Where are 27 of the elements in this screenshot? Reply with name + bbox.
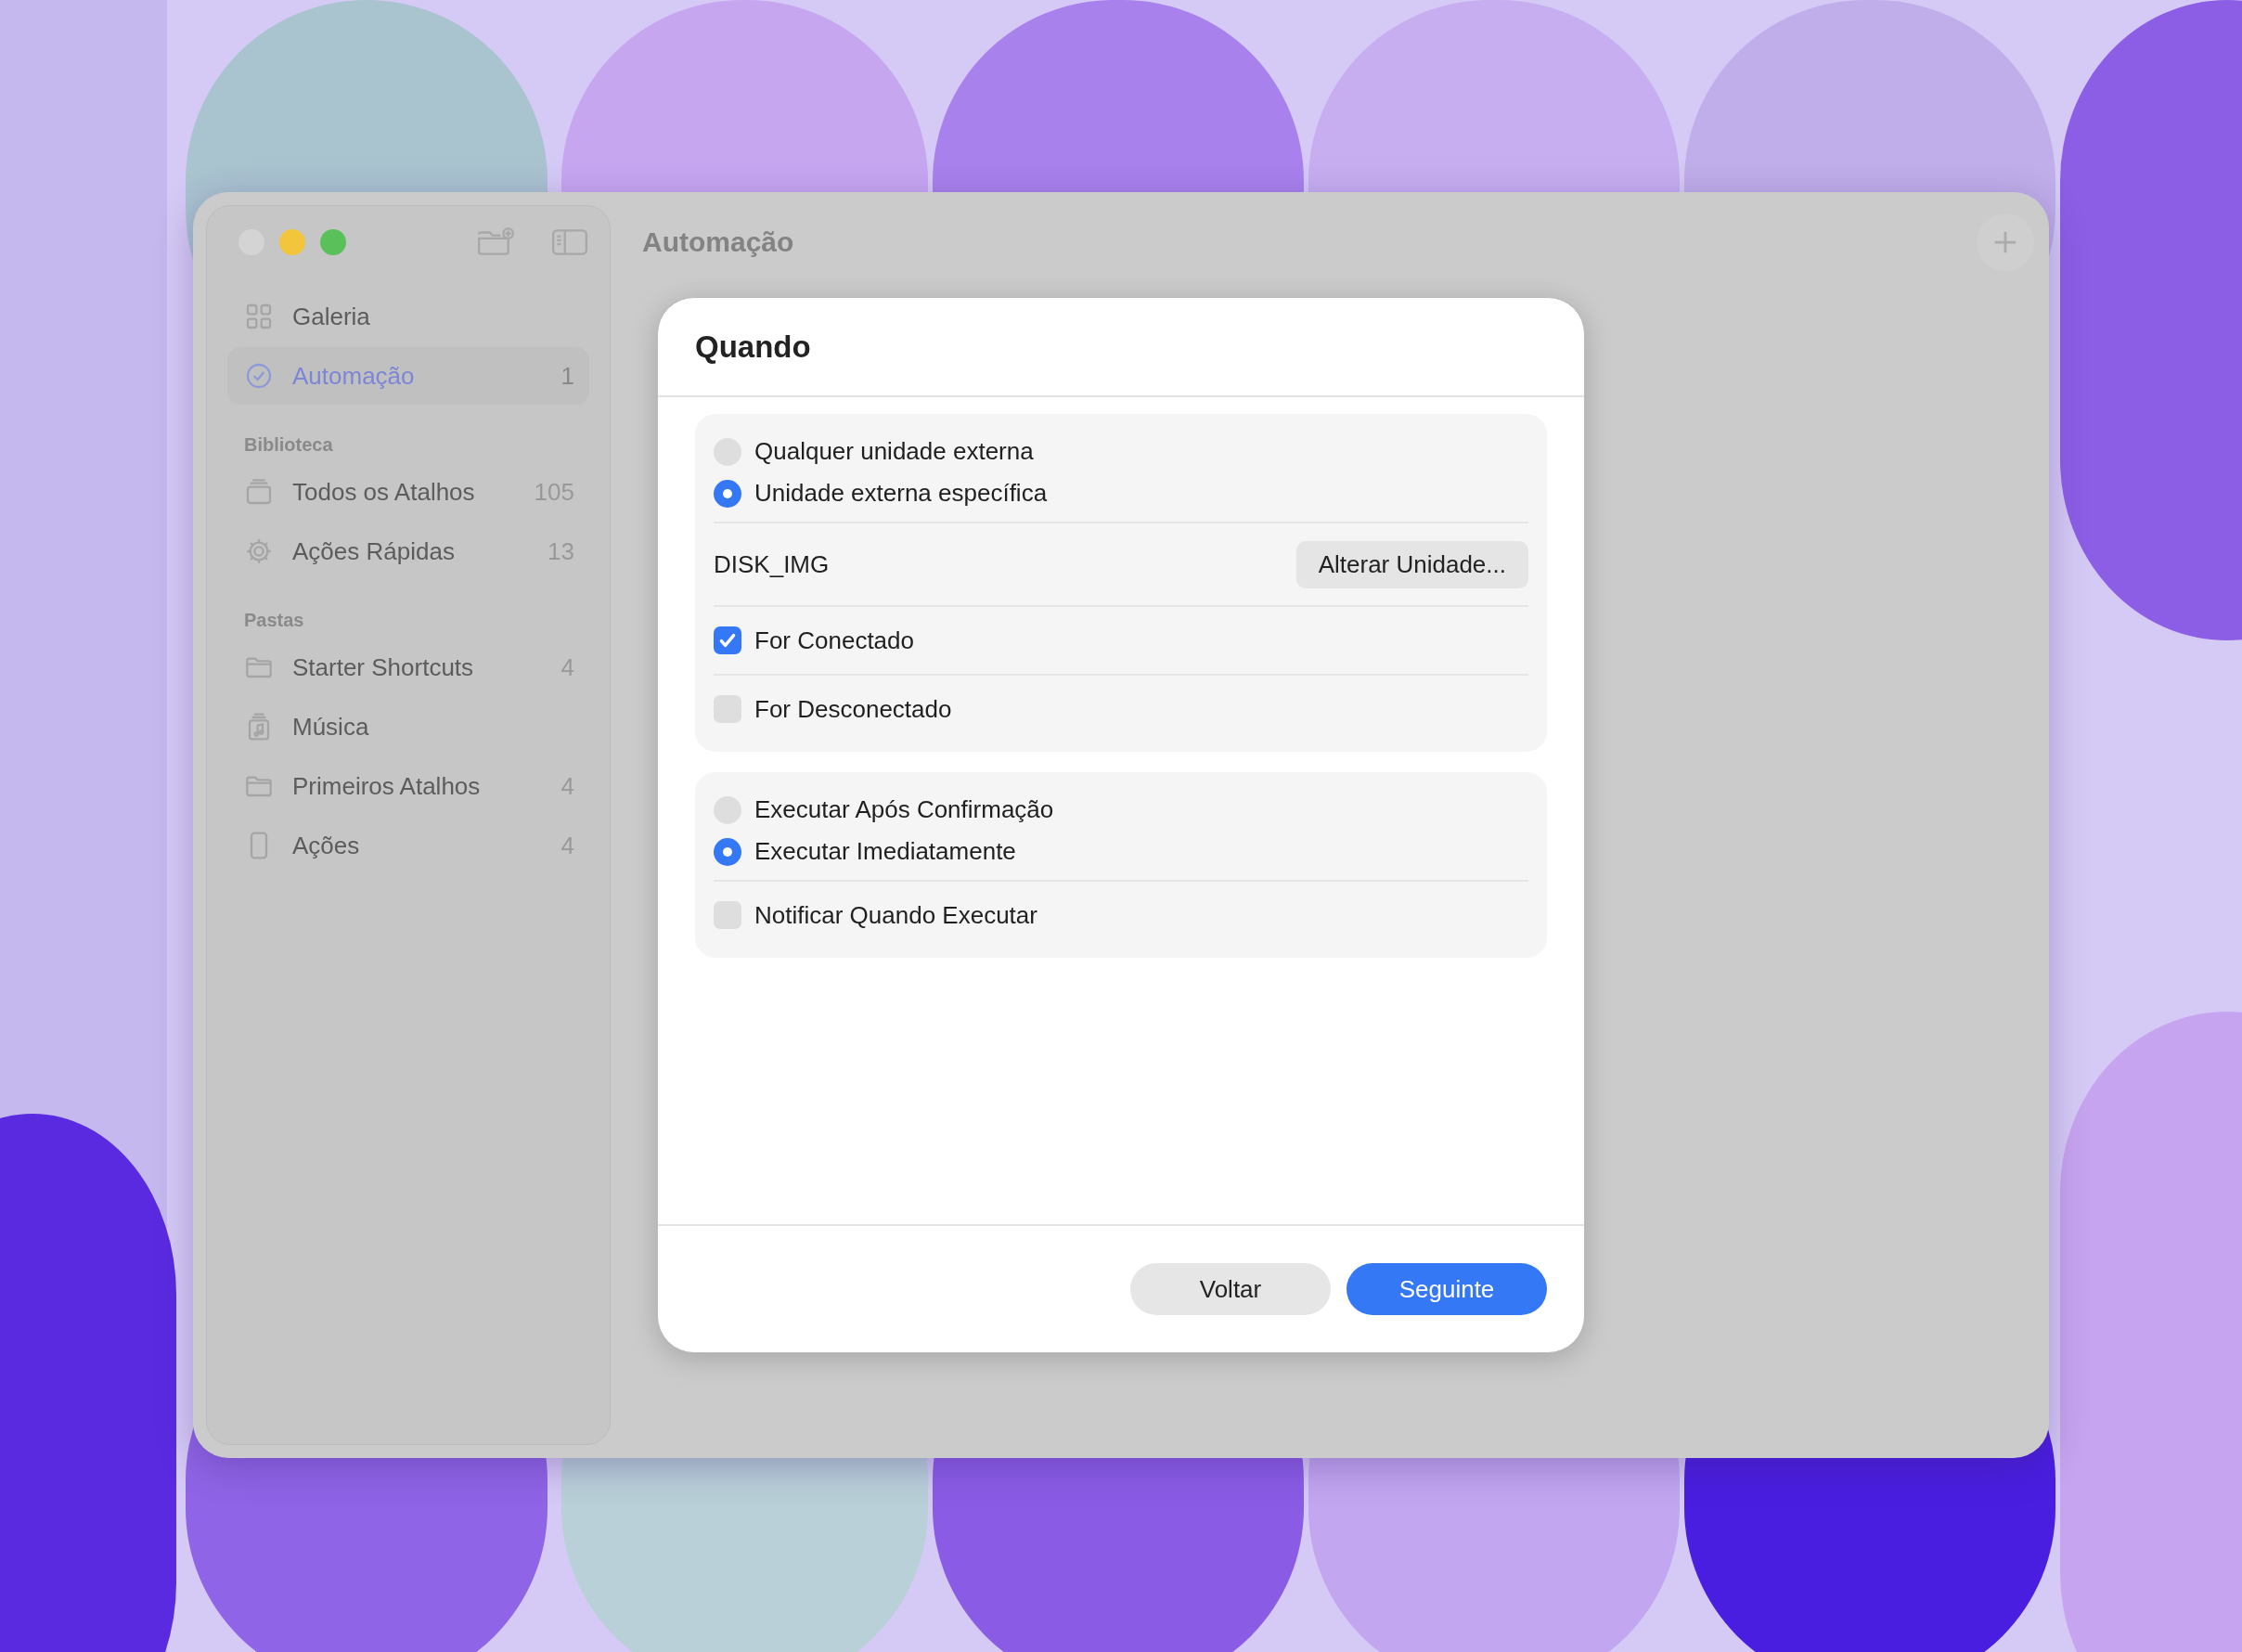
option-label: Notificar Quando Executar [754,900,1037,930]
option-label: Executar Imediatamente [754,837,1016,866]
sidebar-item[interactable]: Música [227,698,589,755]
window-title: Automação [642,226,794,258]
next-button[interactable]: Seguinte [1346,1263,1547,1315]
radio-button[interactable] [714,837,741,866]
zoom-button[interactable] [320,229,346,255]
option-label: Executar Após Confirmação [754,795,1054,824]
section-heading: Biblioteca [243,433,334,457]
gear-icon [244,536,274,566]
radio-button[interactable] [714,479,741,508]
section-heading: Pastas [243,609,305,632]
checkbox[interactable] [714,626,741,654]
stack-icon [244,477,274,507]
sidebar-item[interactable]: Galeria [227,288,589,345]
minimize-button[interactable] [279,229,305,255]
option-label: For Conectado [754,626,914,655]
option-label: Qualquer unidade externa [754,437,1034,466]
sidebar-toggle-icon[interactable] [550,226,589,258]
back-button[interactable]: Voltar [1130,1263,1331,1315]
change-drive-button[interactable]: Alterar Unidade... [1295,540,1528,588]
new-folder-icon[interactable] [476,226,515,258]
option-label: Unidade externa específica [754,479,1048,508]
grid-icon [244,302,274,331]
option-label: For Desconectado [754,694,952,724]
dialog-title: Quando [695,329,811,365]
drive-name: DISK_IMG [714,549,830,579]
